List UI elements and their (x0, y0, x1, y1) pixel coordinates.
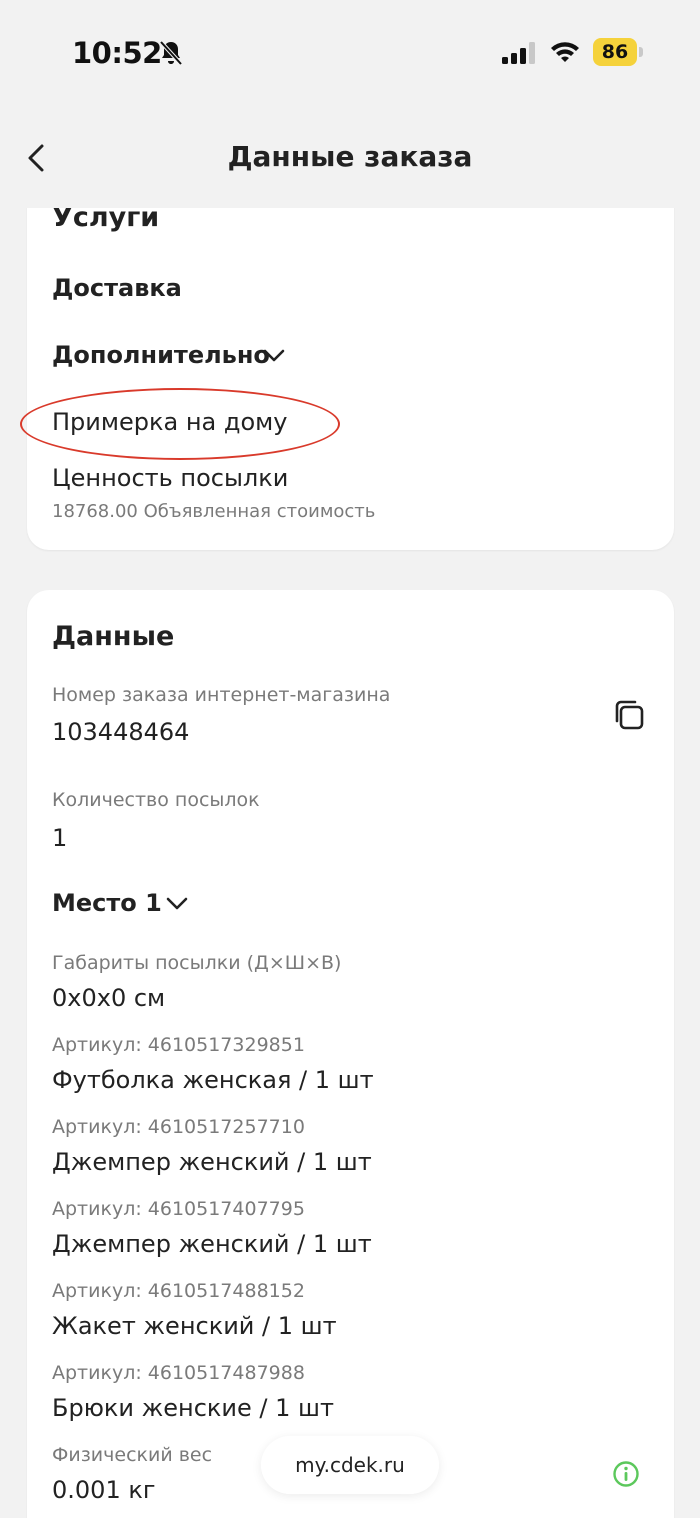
additional-toggle[interactable]: Дополнительно (52, 338, 292, 374)
order-number: 103448464 (52, 718, 190, 746)
copy-icon[interactable] (612, 698, 646, 732)
dimensions-label: Габариты посылки (Д×Ш×В) (52, 952, 342, 974)
item-name: Джемпер женский / 1 шт (52, 1148, 372, 1176)
parcel-value-note: 18768.00 Объявленная стоимость (52, 501, 376, 522)
navigation-bar: Данные заказа (0, 110, 700, 208)
item-article: Артикул: 4610517407795 (52, 1198, 305, 1220)
services-title: Услуги (52, 208, 160, 233)
chevron-down-icon (166, 897, 188, 910)
item-article: Артикул: 4610517329851 (52, 1034, 305, 1056)
order-number-label: Номер заказа интернет-магазина (52, 684, 391, 706)
place-label: Место 1 (52, 889, 162, 917)
parcels-count: 1 (52, 824, 68, 852)
item-article: Артикул: 4610517488152 (52, 1280, 305, 1302)
parcel-value-label: Ценность посылки (52, 464, 289, 492)
cellular-signal-icon (502, 42, 535, 64)
battery-level: 86 (601, 41, 629, 63)
item-name: Брюки женские / 1 шт (52, 1394, 334, 1422)
additional-label: Дополнительно (52, 341, 270, 369)
dimensions-value: 0x0x0 см (52, 984, 166, 1012)
status-time: 10:52 (72, 36, 162, 70)
services-card (27, 208, 674, 550)
bell-off-icon (159, 40, 183, 66)
item-name: Жакет женский / 1 шт (52, 1312, 337, 1340)
delivery-label: Доставка (52, 274, 182, 302)
status-bar: 10:52 86 (0, 0, 700, 105)
item-article: Артикул: 4610517257710 (52, 1116, 305, 1138)
weight-value: 0.001 кг (52, 1476, 156, 1504)
page-title: Данные заказа (227, 140, 473, 173)
item-name: Джемпер женский / 1 шт (52, 1230, 372, 1258)
data-title: Данные (52, 621, 175, 652)
info-icon[interactable] (612, 1460, 640, 1488)
scroll-content[interactable]: Услуги Доставка Дополнительно Примерка н… (0, 208, 700, 1518)
place-toggle[interactable]: Место 1 (52, 886, 202, 922)
battery-indicator: 86 (593, 38, 643, 66)
chevron-down-icon (263, 349, 285, 362)
item-name: Футболка женская / 1 шт (52, 1066, 374, 1094)
highlight-oval (20, 388, 340, 460)
wifi-icon (551, 42, 579, 62)
item-article: Артикул: 4610517487988 (52, 1362, 305, 1384)
browser-url-bar[interactable]: my.cdek.ru (261, 1436, 439, 1494)
weight-label: Физический вес (52, 1444, 213, 1466)
parcels-count-label: Количество посылок (52, 789, 260, 811)
